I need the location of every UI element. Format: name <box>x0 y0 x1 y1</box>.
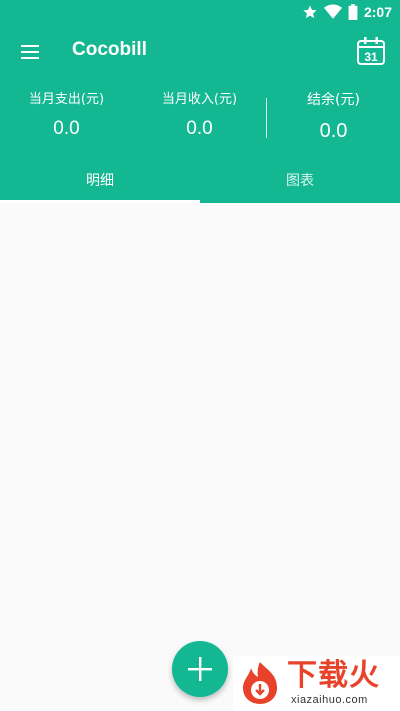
detail-list[interactable] <box>0 203 400 711</box>
battery-icon <box>348 4 358 20</box>
income-value: 0.0 <box>186 118 213 139</box>
balance-label: 结余(元) <box>307 92 360 108</box>
flame-logo-icon <box>243 662 277 704</box>
calendar-button[interactable]: 31 <box>356 36 388 68</box>
calendar-icon: 31 <box>357 37 385 65</box>
expense-value: 0.0 <box>53 118 80 139</box>
income-summary: 当月收入(元) 0.0 <box>133 90 266 140</box>
hamburger-menu-icon <box>21 45 39 59</box>
tab-detail[interactable]: 明细 <box>0 156 200 203</box>
watermark: 下载火 xiazaihuo.com <box>233 656 400 711</box>
expense-label: 当月支出(元) <box>28 92 105 107</box>
menu-button[interactable] <box>10 32 50 72</box>
income-label: 当月收入(元) <box>161 92 238 107</box>
add-record-button[interactable] <box>172 641 228 697</box>
app-bar: Cocobill 31 <box>0 24 400 80</box>
balance-summary: 结余(元) 0.0 <box>267 90 400 143</box>
plus-icon <box>188 657 212 681</box>
watermark-title: 下载火 <box>287 658 380 693</box>
star-icon <box>303 5 317 19</box>
wifi-icon <box>323 4 342 19</box>
status-time: 2:07 <box>363 4 392 20</box>
watermark-url: xiazaihuo.com <box>291 694 368 706</box>
app-title: Cocobill <box>72 39 147 60</box>
app-screen: 2:07 Cocobill 31 当月支出(元) 0.0 当月收入(元) 0.0… <box>0 0 400 711</box>
status-bar: 2:07 <box>0 0 400 24</box>
tab-bar: 明细 图表 <box>0 156 400 203</box>
balance-value: 0.0 <box>319 120 348 142</box>
monthly-summary: 当月支出(元) 0.0 当月收入(元) 0.0 结余(元) 0.0 <box>0 80 400 156</box>
tab-chart[interactable]: 图表 <box>200 156 400 203</box>
expense-summary: 当月支出(元) 0.0 <box>0 90 133 140</box>
calendar-day: 31 <box>364 50 378 64</box>
